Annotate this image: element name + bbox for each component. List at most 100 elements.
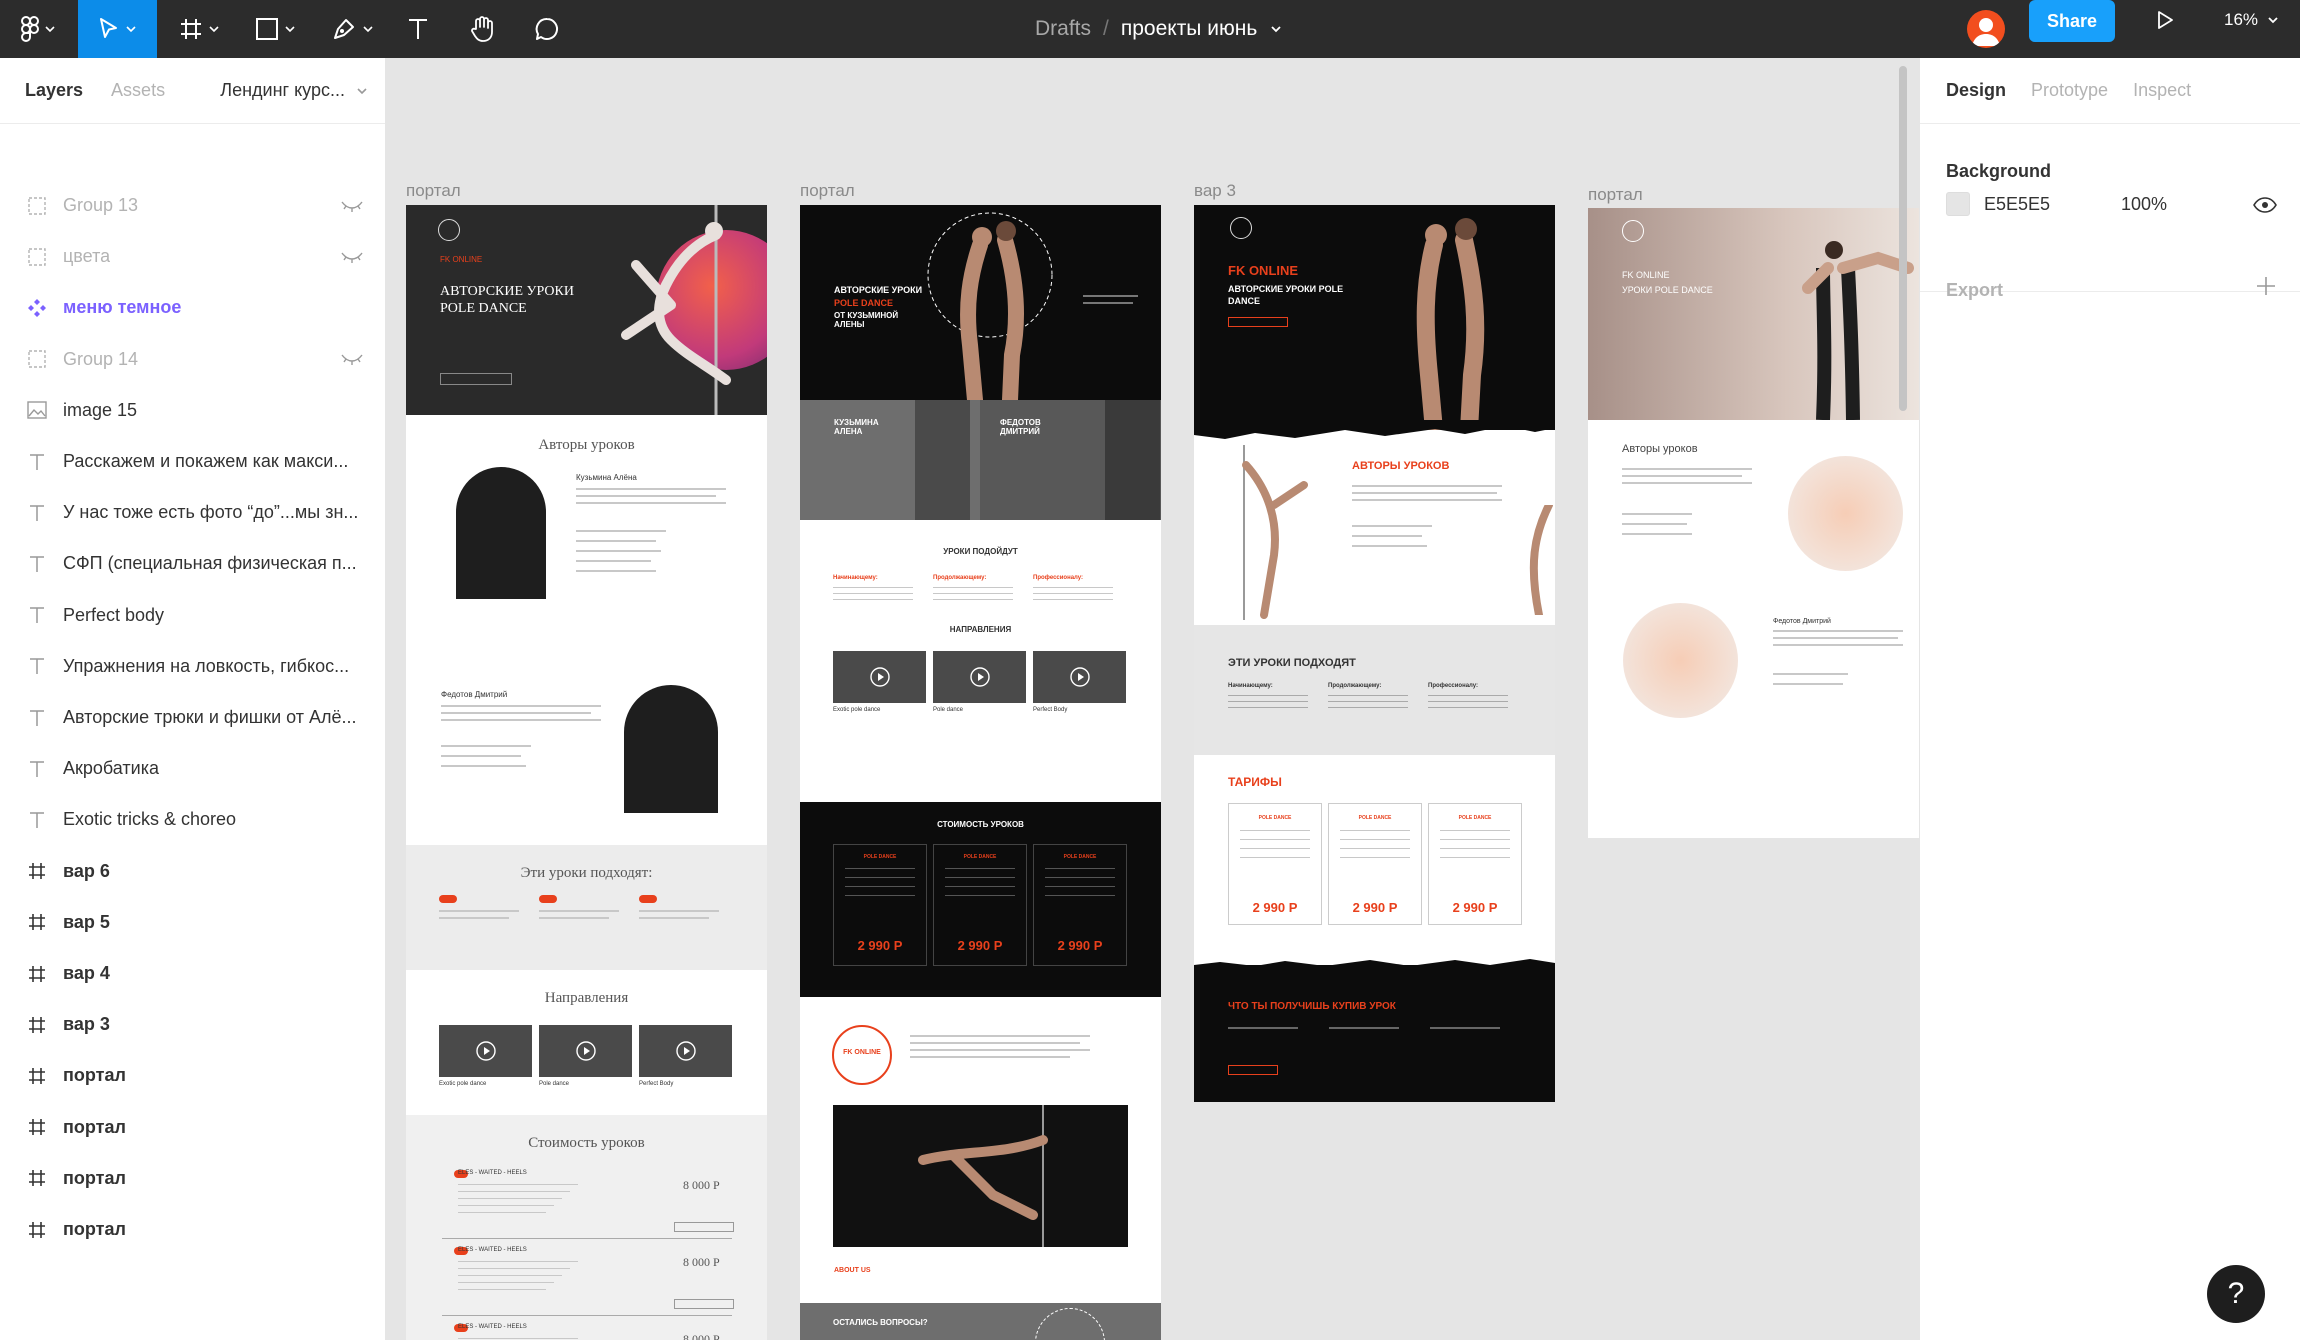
- frame-portal-4[interactable]: FK ONLINE УРОКИ POLE DANCE Авторы уроков…: [1588, 208, 1919, 838]
- frame-portal-2[interactable]: АВТОРСКИЕ УРОКИ POLE DANCE ОТ КУЗЬМИНОЙ …: [800, 205, 1161, 1340]
- layer-name: вар 3: [63, 1014, 110, 1035]
- layer-row[interactable]: СФП (специальная физическая п...: [0, 538, 385, 589]
- layer-name: вар 6: [63, 860, 110, 881]
- text-layer-icon: [26, 553, 48, 575]
- layer-name: меню темное: [63, 297, 182, 318]
- move-icon: [99, 18, 117, 38]
- hand-icon: [471, 16, 493, 42]
- price-row-button: [674, 1299, 734, 1309]
- layer-row[interactable]: портал: [0, 1204, 385, 1255]
- logo-icon: [438, 219, 460, 241]
- help-button[interactable]: ?: [2207, 1265, 2265, 1323]
- background-color-swatch[interactable]: [1946, 192, 1970, 216]
- file-name[interactable]: проекты июнь: [1121, 17, 1257, 41]
- shape-tool-button[interactable]: [243, 0, 309, 58]
- layers-panel: Layers Assets Лендинг курс... Group 13 цв…: [0, 58, 386, 1340]
- price-row-name: ELES - WAITED - HEELS: [458, 1324, 527, 1330]
- layer-row[interactable]: Perfect body: [0, 590, 385, 641]
- layer-row[interactable]: вар 6: [0, 845, 385, 897]
- layer-row[interactable]: image 15: [0, 385, 385, 436]
- price-value: 2 990 Р: [857, 938, 903, 953]
- layer-row[interactable]: портал: [0, 1101, 385, 1153]
- layer-row[interactable]: Авторские трюки и фишки от Алё...: [0, 692, 385, 743]
- canvas-scrollbar[interactable]: [1899, 66, 1907, 411]
- main-menu-button[interactable]: [0, 0, 78, 58]
- tariffs-title: ТАРИФЫ: [1228, 775, 1282, 789]
- authors-title: Авторы уроков: [538, 437, 635, 453]
- frame-icon: [26, 1014, 48, 1036]
- hero-brand: FK ONLINE: [1622, 270, 1670, 280]
- eye-icon[interactable]: [2253, 197, 2277, 213]
- frame-label[interactable]: портал: [800, 181, 855, 201]
- layer-row[interactable]: портал: [0, 1152, 385, 1204]
- background-section: Background E5E5E5 100%: [1920, 124, 2300, 292]
- comment-tool-button[interactable]: [527, 0, 567, 58]
- layer-row[interactable]: меню темное: [0, 282, 385, 333]
- chevron-down-icon[interactable]: [1269, 22, 1283, 36]
- frame-portal-1[interactable]: FK ONLINE АВТОРСКИЕ УРОКИ POLE DANCE Авт…: [406, 205, 767, 1340]
- play-icon: [576, 1041, 596, 1061]
- file-title[interactable]: Drafts / проекты июнь: [1035, 0, 1283, 58]
- text-tool-button[interactable]: [400, 0, 436, 58]
- zoom-dropdown[interactable]: 16%: [2224, 0, 2280, 40]
- user-icon: [1972, 18, 2000, 46]
- frame-icon: [26, 1065, 48, 1087]
- move-tool-button[interactable]: [78, 0, 157, 58]
- stamp-text: FK ONLINE: [843, 1049, 881, 1056]
- suit-label: Продолжающему:: [1328, 683, 1382, 689]
- layer-row[interactable]: Упражнения на ловкость, гибкос...: [0, 641, 385, 692]
- frame-icon: [26, 963, 48, 985]
- tab-layers[interactable]: Layers: [25, 80, 83, 101]
- dancer-couple-photo: [1802, 241, 1914, 420]
- suits-title: ЭТИ УРОКИ ПОДХОДЯТ: [1228, 657, 1356, 669]
- tab-assets[interactable]: Assets: [111, 80, 165, 101]
- pen-tool-button[interactable]: [320, 0, 386, 58]
- hero-section: АВТОРСКИЕ УРОКИ POLE DANCE ОТ КУЗЬМИНОЙ …: [800, 205, 1161, 400]
- frame-tool-button[interactable]: [167, 0, 233, 58]
- frame-icon: [26, 1116, 48, 1138]
- author2-name: Федотов Дмитрий: [441, 690, 508, 699]
- layer-row[interactable]: вар 4: [0, 948, 385, 999]
- group-icon: [26, 246, 48, 268]
- frame-label[interactable]: портал: [1588, 185, 1643, 205]
- layer-row[interactable]: портал: [0, 1050, 385, 1102]
- eye-closed-icon[interactable]: [340, 199, 364, 213]
- layer-row[interactable]: Group 13: [0, 180, 385, 231]
- questions-section: ОСТАЛИСЬ ВОПРОСЫ?: [800, 1303, 1161, 1340]
- present-button[interactable]: [2150, 0, 2180, 40]
- layer-row[interactable]: Group 14: [0, 334, 385, 385]
- direction-video-card: [833, 651, 926, 703]
- canvas[interactable]: портал FK ONLINE АВТОРСКИЕ УРОКИ POLE DA…: [386, 58, 1919, 1340]
- eye-closed-icon[interactable]: [340, 352, 364, 366]
- chevron-down-icon: [125, 26, 136, 33]
- hand-tool-button[interactable]: [463, 0, 503, 58]
- layer-name: Упражнения на ловкость, гибкос...: [63, 655, 350, 676]
- frame-label[interactable]: портал: [406, 181, 461, 201]
- share-button[interactable]: Share: [2029, 0, 2115, 42]
- layer-row[interactable]: Акробатика: [0, 743, 385, 794]
- tab-design[interactable]: Design: [1946, 80, 2006, 101]
- layer-row[interactable]: цвета: [0, 231, 385, 282]
- tab-prototype[interactable]: Prototype: [2031, 80, 2108, 101]
- plus-icon[interactable]: [2254, 274, 2278, 298]
- layer-name: Group 13: [63, 195, 139, 215]
- background-hex-input[interactable]: E5E5E5: [1984, 194, 2050, 215]
- layer-name: вар 4: [63, 963, 110, 983]
- layer-row[interactable]: Exotic tricks & choreo: [0, 794, 385, 845]
- layer-row[interactable]: вар 3: [0, 999, 385, 1051]
- page-selector[interactable]: Лендинг курс...: [220, 80, 369, 101]
- direction-video-card: [539, 1025, 632, 1077]
- tab-inspect[interactable]: Inspect: [2133, 80, 2191, 101]
- frame-var-3[interactable]: FK ONLINE АВТОРСКИЕ УРОКИ POLE DANCE АВТ…: [1194, 205, 1555, 1102]
- layer-row[interactable]: вар 5: [0, 896, 385, 948]
- price-value: 2 990 Р: [1452, 900, 1498, 915]
- frame-label[interactable]: вар 3: [1194, 181, 1236, 201]
- hero-title: АВТОРСКИЕ УРОКИ: [834, 285, 923, 295]
- eye-closed-icon[interactable]: [340, 250, 364, 264]
- background-opacity-input[interactable]: 100%: [2121, 194, 2167, 215]
- project-name[interactable]: Drafts: [1035, 17, 1091, 41]
- user-avatar[interactable]: [1967, 10, 2005, 48]
- layer-row[interactable]: У нас тоже есть фото “до”...мы зн...: [0, 487, 385, 538]
- layer-row[interactable]: Расскажем и покажем как макси...: [0, 436, 385, 487]
- export-title: Export: [1946, 280, 2004, 300]
